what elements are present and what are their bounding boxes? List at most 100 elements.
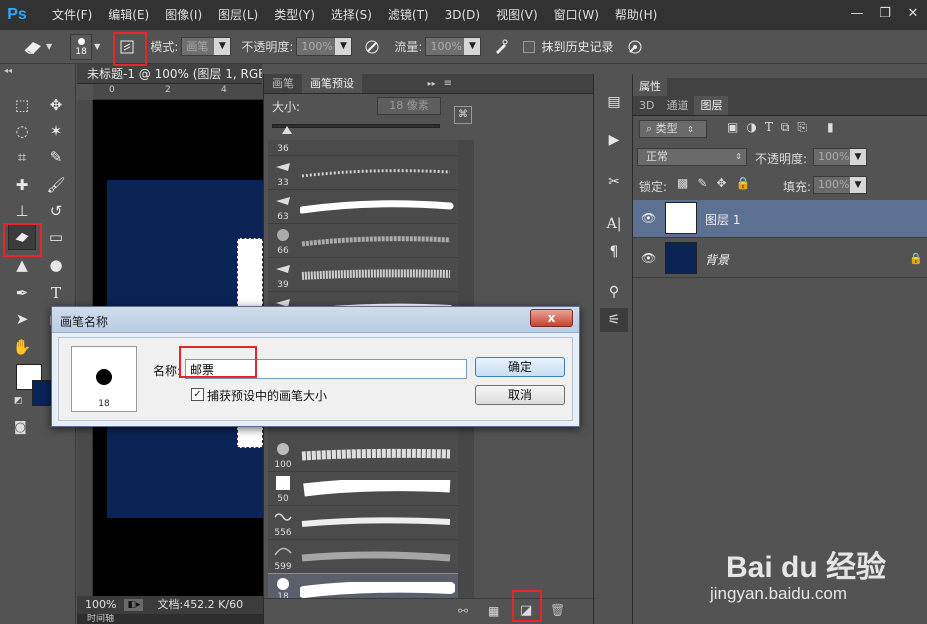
filter-toggle-icon[interactable]: ▮ [827, 120, 834, 138]
crop-tool-icon[interactable]: ⌗ [8, 144, 36, 170]
menu-window[interactable]: 窗口(W) [546, 0, 607, 30]
layer-row-background[interactable]: 👁 背景 🔒 [633, 240, 927, 278]
flow-select[interactable]: 100% ▼ [425, 37, 482, 56]
opacity-pressure-icon[interactable] [360, 35, 384, 59]
zoom-level[interactable]: 100% [77, 596, 116, 614]
layer-filter-select[interactable]: ⌕ 类型 ⇕ [639, 120, 707, 138]
menu-help[interactable]: 帮助(H) [607, 0, 665, 30]
slider-thumb-icon[interactable] [282, 126, 292, 134]
menu-edit[interactable]: 编辑(E) [100, 0, 157, 30]
tab-brush-presets[interactable]: 画笔预设 [302, 74, 362, 93]
menu-file[interactable]: 文件(F) [44, 0, 100, 30]
brush-tool-icon[interactable]: 🖌 [42, 172, 70, 198]
erase-history-checkbox[interactable] [523, 40, 536, 53]
airbrush-icon[interactable] [489, 35, 513, 59]
brush-settings-icon[interactable]: ⚟ [600, 308, 628, 332]
pixel-filter-icon[interactable]: ▣ [727, 120, 738, 138]
menu-type[interactable]: 类型(Y) [266, 0, 323, 30]
brush-size-field[interactable]: 18 像素 [377, 97, 441, 115]
healing-brush-tool-icon[interactable]: ✚ [8, 172, 36, 198]
menu-filter[interactable]: 滤镜(T) [380, 0, 437, 30]
hand-tool-icon[interactable]: ✋ [8, 334, 36, 360]
history-brush-tool-icon[interactable]: ↺ [42, 198, 70, 224]
character-panel-icon[interactable]: A| [600, 212, 628, 236]
marquee-tool-icon[interactable]: ⬚ [8, 92, 36, 118]
menu-view[interactable]: 视图(V) [488, 0, 546, 30]
eye-icon[interactable]: 👁 [641, 211, 656, 225]
tab-properties[interactable]: 属性 [633, 78, 667, 96]
brush-preset-item[interactable]: 66 [268, 224, 458, 258]
history-panel-icon[interactable]: ▤ [600, 90, 628, 114]
toolbar-collapse-icon[interactable]: ◂◂ [4, 66, 12, 75]
dialog-close-button[interactable]: x [530, 309, 573, 327]
mode-select[interactable]: 画笔 ▼ [181, 37, 232, 56]
blend-mode-select[interactable]: 正常 ⇕ [637, 148, 747, 166]
move-tool-icon[interactable]: ✥ [42, 92, 70, 118]
brush-preset-item[interactable]: 599 [268, 540, 458, 574]
fill-field[interactable]: 100% ▼ [813, 176, 867, 194]
brush-preset-item[interactable]: 63 [268, 190, 458, 224]
brush-picker-dropdown-icon[interactable]: ▼ [94, 42, 100, 51]
tab-channels[interactable]: 通道 [660, 96, 694, 115]
tab-layers[interactable]: 图层 [694, 96, 729, 115]
menu-layer[interactable]: 图层(L) [210, 0, 266, 30]
brush-size-slider[interactable] [272, 124, 440, 128]
menu-select[interactable]: 选择(S) [323, 0, 380, 30]
lasso-tool-icon[interactable]: ◌ [8, 118, 36, 144]
gradient-tool-icon[interactable]: ▭ [42, 224, 70, 250]
paragraph-panel-icon[interactable]: ¶ [600, 240, 628, 264]
restore-icon[interactable]: ❐ [871, 2, 899, 24]
tab-3d[interactable]: 3D [633, 96, 660, 115]
brush-preset-item[interactable]: 33 [268, 156, 458, 190]
minimize-icon[interactable]: — [843, 2, 871, 24]
eye-icon[interactable]: 👁 [641, 251, 656, 265]
menu-3d[interactable]: 3D(D) [437, 0, 488, 30]
tool-preset-dropdown-icon[interactable]: ▼ [46, 42, 52, 51]
lock-all-icon[interactable]: 🔒 [735, 176, 750, 190]
clone-stamp-tool-icon[interactable]: ⊥ [8, 198, 36, 224]
panel-collapse-icon[interactable]: ▸▸ [428, 74, 444, 93]
brush-preset-item[interactable]: 556 [268, 506, 458, 540]
timeline-tab[interactable]: 时间轴 [77, 614, 263, 624]
toggle-brush-panel-icon[interactable]: ⚯ [458, 604, 468, 618]
layer-opacity-field[interactable]: 100% ▼ [813, 148, 867, 166]
size-pressure-icon[interactable] [623, 35, 647, 59]
quick-mask-icon[interactable]: ◙ [14, 420, 27, 435]
brush-preset-item[interactable]: 36 [268, 140, 458, 156]
magic-wand-tool-icon[interactable]: ✶ [42, 118, 70, 144]
tab-brush[interactable]: 画笔 [264, 74, 302, 93]
delete-brush-icon[interactable]: 🗑 [550, 603, 565, 617]
default-colors-icon[interactable]: ◩ [14, 396, 23, 406]
brush-size-picker[interactable]: 18 [70, 33, 93, 60]
lock-transparency-icon[interactable]: ▩ [677, 176, 688, 190]
brush-preset-item[interactable]: 100 [268, 438, 458, 472]
lock-position-icon[interactable]: ✥ [716, 176, 726, 190]
brush-preset-item[interactable]: 39 [268, 258, 458, 292]
type-tool-icon[interactable]: T [42, 280, 70, 306]
eyedropper-tool-icon[interactable]: ✎ [42, 144, 70, 170]
status-menu-icon[interactable]: ◧▸ [124, 599, 144, 611]
brush-preset-item-selected[interactable]: 18 [268, 573, 458, 600]
menu-image[interactable]: 图像(I) [157, 0, 210, 30]
dodge-tool-icon[interactable]: ● [42, 252, 70, 278]
panel-menu-icon[interactable]: ≡ [444, 74, 594, 93]
reset-brush-icon[interactable]: ⌘ [454, 106, 472, 124]
close-window-icon[interactable]: ✕ [899, 2, 927, 24]
opacity-select[interactable]: 100% ▼ [296, 37, 353, 56]
open-preset-manager-icon[interactable]: ▦ [488, 604, 499, 618]
eraser-tool-icon[interactable] [18, 34, 48, 60]
actions-panel-icon[interactable]: ▶ [600, 128, 628, 152]
shape-filter-icon[interactable]: ⧉ [781, 120, 790, 138]
brush-preset-item[interactable]: 50 [268, 472, 458, 506]
clone-source-icon[interactable]: ⚲ [600, 280, 628, 304]
adjustment-filter-icon[interactable]: ◑ [746, 120, 756, 138]
pen-tool-icon[interactable]: ✒ [8, 280, 36, 306]
ok-button[interactable]: 确定 [475, 357, 565, 377]
smart-object-filter-icon[interactable]: ⎘ [797, 120, 807, 138]
document-tab[interactable]: 未标题-1 @ 100% (图层 1, RGB/8 [77, 64, 262, 84]
layer-row-layer-1[interactable]: 👁 图层 1 [633, 200, 927, 238]
path-selection-tool-icon[interactable]: ➤ [8, 306, 36, 332]
cancel-button[interactable]: 取消 [475, 385, 565, 405]
type-filter-icon[interactable]: T [765, 120, 773, 138]
tool-presets-icon[interactable]: ✂ [600, 170, 628, 194]
